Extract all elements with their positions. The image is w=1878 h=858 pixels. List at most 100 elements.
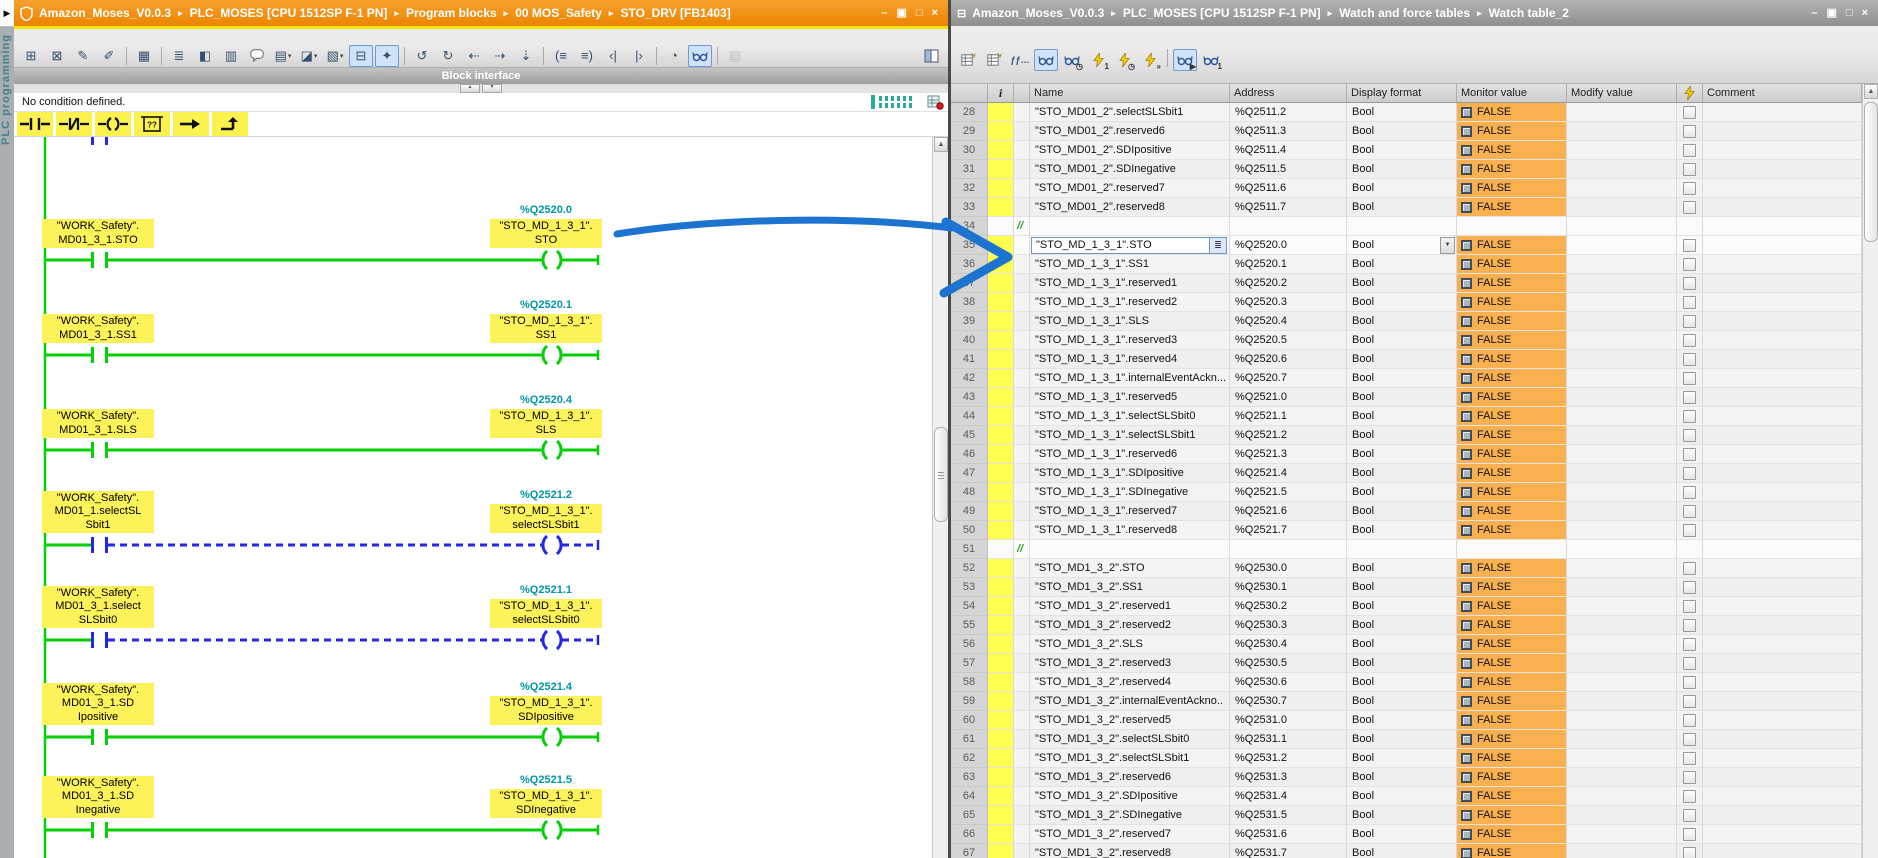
jump-back-icon[interactable]: ⇠ xyxy=(462,45,486,67)
display-format-cell[interactable]: Bool xyxy=(1347,578,1457,597)
modify-enable-cell[interactable] xyxy=(1677,540,1703,559)
modify-value-cell[interactable] xyxy=(1567,578,1677,597)
comment-cell[interactable] xyxy=(1703,635,1862,654)
modify-enable-cell[interactable] xyxy=(1677,825,1703,844)
watch-table-row[interactable]: 40"STO_MD_1_3_1".reserved3%Q2520.5BoolFA… xyxy=(951,331,1862,350)
modify-value-cell[interactable] xyxy=(1567,445,1677,464)
breadcrumb[interactable]: Amazon_Moses_V0.0.3▸PLC_MOSES [CPU 1512S… xyxy=(39,6,875,20)
name-cell[interactable]: "STO_MD1_3_2".SDIpositive xyxy=(1030,787,1230,806)
print-icon[interactable]: ▤ xyxy=(723,45,747,67)
modify-enable-cell[interactable] xyxy=(1677,350,1703,369)
display-format-cell[interactable]: Bool xyxy=(1347,369,1457,388)
comment-cell[interactable] xyxy=(1703,844,1862,858)
address-cell[interactable]: %Q2521.7 xyxy=(1230,521,1347,540)
comment-row[interactable]: 34// xyxy=(951,217,1862,236)
name-cell[interactable]: "STO_MD_1_3_1".SDInegative xyxy=(1030,483,1230,502)
name-cell[interactable] xyxy=(1030,540,1230,559)
monitor-value-cell[interactable]: FALSE xyxy=(1457,350,1567,369)
modify-checkbox[interactable] xyxy=(1683,106,1696,119)
modify-value-cell[interactable] xyxy=(1567,407,1677,426)
display-format-cell[interactable]: Bool xyxy=(1347,160,1457,179)
modify-enable-cell[interactable] xyxy=(1677,502,1703,521)
modify-checkbox[interactable] xyxy=(1683,847,1696,858)
comment-cell[interactable] xyxy=(1703,122,1862,141)
modify-value-cell[interactable] xyxy=(1567,844,1677,858)
comment-cell[interactable] xyxy=(1703,749,1862,768)
column-header-display-format[interactable]: Display format xyxy=(1347,84,1457,103)
name-cell[interactable]: "STO_MD1_3_2".reserved7 xyxy=(1030,825,1230,844)
watch-table-row[interactable]: 49"STO_MD_1_3_1".reserved7%Q2521.6BoolFA… xyxy=(951,502,1862,521)
name-cell[interactable]: "STO_MD1_3_2".STO xyxy=(1030,559,1230,578)
watch-table-row[interactable]: 64"STO_MD1_3_2".SDIpositive%Q2531.4BoolF… xyxy=(951,787,1862,806)
breadcrumb-item[interactable]: 00 MOS_Safety xyxy=(515,6,602,20)
watch-table-row[interactable]: 44"STO_MD_1_3_1".selectSLSbit0%Q2521.1Bo… xyxy=(951,407,1862,426)
modify-enable-cell[interactable] xyxy=(1677,483,1703,502)
comment-cell[interactable] xyxy=(1703,141,1862,160)
modify-enable-cell[interactable] xyxy=(1677,293,1703,312)
comment-cell[interactable] xyxy=(1703,559,1862,578)
comment-cell[interactable] xyxy=(1703,217,1862,236)
modify-enable-cell[interactable] xyxy=(1677,749,1703,768)
breadcrumb-item[interactable]: Watch table_2 xyxy=(1489,6,1569,20)
plc-programming-sidebar[interactable]: ▶ PLC programming xyxy=(0,0,15,858)
modify-checkbox[interactable] xyxy=(1683,562,1696,575)
comment-cell[interactable] xyxy=(1703,578,1862,597)
comment-cell[interactable] xyxy=(1703,160,1862,179)
comment-cell[interactable] xyxy=(1703,445,1862,464)
name-cell[interactable]: "STO_MD1_3_2".reserved5 xyxy=(1030,711,1230,730)
modify-value-cell[interactable] xyxy=(1567,388,1677,407)
watch-table-row[interactable]: 46"STO_MD_1_3_1".reserved6%Q2521.3BoolFA… xyxy=(951,445,1862,464)
breadcrumb-item[interactable]: Amazon_Moses_V0.0.3 xyxy=(972,6,1104,20)
watch-table-row[interactable]: 28"STO_MD01_2".selectSLSbit1%Q2511.2Bool… xyxy=(951,103,1862,122)
name-cell[interactable]: "STO_MD1_3_2".SDInegative xyxy=(1030,806,1230,825)
modify-checkbox[interactable] xyxy=(1683,144,1696,157)
address-cell[interactable]: %Q2531.0 xyxy=(1230,711,1347,730)
name-cell[interactable]: "STO_MD_1_3_1".selectSLSbit1 xyxy=(1030,426,1230,445)
address-cell[interactable]: %Q2531.5 xyxy=(1230,806,1347,825)
modify-value-cell[interactable] xyxy=(1567,217,1677,236)
name-cell[interactable]: "STO_MD_1_3_1".selectSLSbit0 xyxy=(1030,407,1230,426)
watch-table-row[interactable]: 63"STO_MD1_3_2".reserved6%Q2531.3BoolFAL… xyxy=(951,768,1862,787)
name-cell[interactable]: "STO_MD01_2".SDInegative xyxy=(1030,160,1230,179)
address-cell[interactable] xyxy=(1230,217,1347,236)
address-cell[interactable]: %Q2530.5 xyxy=(1230,654,1347,673)
watch-table-row[interactable]: 55"STO_MD1_3_2".reserved2%Q2530.3BoolFAL… xyxy=(951,616,1862,635)
monitor-value-cell[interactable]: FALSE xyxy=(1457,103,1567,122)
split-editor-view-icon[interactable]: ◧ xyxy=(193,45,217,67)
display-format-cell[interactable]: Bool xyxy=(1347,312,1457,331)
modify-value-cell[interactable] xyxy=(1567,255,1677,274)
address-cell[interactable]: %Q2531.2 xyxy=(1230,749,1347,768)
modify-enable-cell[interactable] xyxy=(1677,160,1703,179)
watch-table-row[interactable]: 33"STO_MD01_2".reserved8%Q2511.7BoolFALS… xyxy=(951,198,1862,217)
modify-to-0-icon[interactable]: ◷ xyxy=(1112,49,1136,71)
watch-table-row[interactable]: 36"STO_MD_1_3_1".SS1%Q2520.1BoolFALSE xyxy=(951,255,1862,274)
lad-editor-titlebar[interactable]: Amazon_Moses_V0.0.3▸PLC_MOSES [CPU 1512S… xyxy=(14,0,948,26)
display-format-cell[interactable]: Bool xyxy=(1347,787,1457,806)
breadcrumb-item[interactable]: PLC_MOSES [CPU 1512SP F-1 PN] xyxy=(190,6,388,20)
comment-cell[interactable] xyxy=(1703,388,1862,407)
modify-checkbox[interactable] xyxy=(1683,296,1696,309)
column-header-modify-value[interactable]: Modify value xyxy=(1567,84,1677,103)
breadcrumb-item[interactable]: Program blocks xyxy=(406,6,497,20)
ladder-canvas[interactable]: "WORK_Safety". MD01_3_1.STO"STO_MD_1_3_1… xyxy=(14,137,933,858)
scroll-up-icon[interactable]: ▲ xyxy=(934,137,948,152)
display-format-cell[interactable]: Bool xyxy=(1347,464,1457,483)
modify-checkbox[interactable] xyxy=(1683,334,1696,347)
modify-value-cell[interactable] xyxy=(1567,635,1677,654)
watch-table-row[interactable]: 62"STO_MD1_3_2".selectSLSbit1%Q2531.2Boo… xyxy=(951,749,1862,768)
monitor-all-icon[interactable] xyxy=(1034,49,1058,71)
modify-enable-cell[interactable] xyxy=(1677,521,1703,540)
modify-enable-cell[interactable] xyxy=(1677,445,1703,464)
split-editor-space-icon[interactable] xyxy=(919,45,943,67)
modify-value-cell[interactable] xyxy=(1567,198,1677,217)
address-cell[interactable]: %Q2520.7 xyxy=(1230,369,1347,388)
comment-cell[interactable] xyxy=(1703,673,1862,692)
comment-cell[interactable] xyxy=(1703,825,1862,844)
name-cell[interactable]: "STO_MD1_3_2".selectSLSbit1 xyxy=(1030,749,1230,768)
coil-operand-label[interactable]: "STO_MD_1_3_1". SDIpositive xyxy=(490,696,602,725)
display-format-cell[interactable]: Bool xyxy=(1347,426,1457,445)
modify-checkbox[interactable] xyxy=(1683,239,1696,252)
monitor-value-cell[interactable]: FALSE xyxy=(1457,787,1567,806)
display-format-cell[interactable]: Bool xyxy=(1347,141,1457,160)
modify-to-1-icon[interactable]: 1 xyxy=(1086,49,1110,71)
